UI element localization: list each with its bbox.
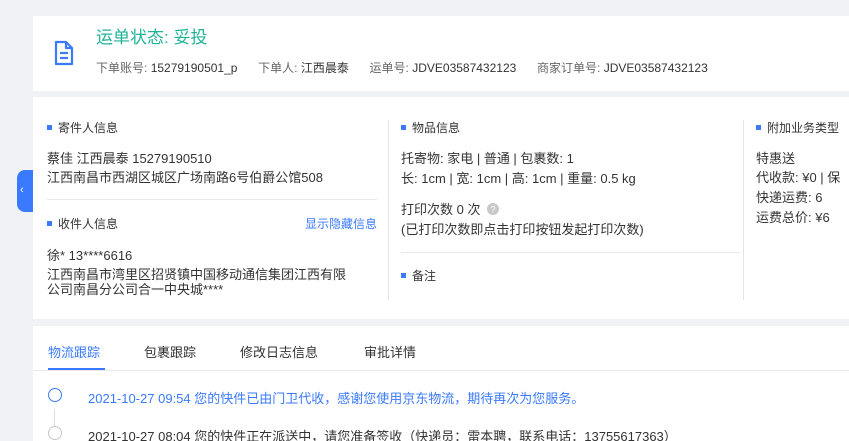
sender-heading: 寄件人信息	[47, 119, 118, 136]
svg-text:?: ?	[491, 205, 496, 215]
print-count-text: 打印次数 0 次	[401, 202, 481, 217]
sidebar-toggle[interactable]: ‹	[17, 170, 33, 212]
print-count-note: (已打印次数即点击打印按钮发起打印次数)	[401, 222, 644, 237]
divider	[401, 252, 739, 253]
account-value: 15279190501_p	[150, 61, 238, 75]
tab-logistics-tracking[interactable]: 物流跟踪	[48, 342, 100, 361]
timeline-event-current: 2021-10-27 09:54 您的快件已由门卫代收，感谢您使用京东物流，期待…	[88, 391, 585, 406]
chevron-left-icon: ‹	[20, 184, 24, 196]
waybill-status-title: 运单状态: 妥投	[96, 28, 208, 47]
goods-line1: 托寄物: 家电 | 普通 | 包裹数: 1	[401, 151, 574, 166]
document-icon	[54, 40, 74, 66]
receiver-name-line: 徐* 13****6616	[47, 248, 133, 263]
waybill-label: 运单号:	[369, 61, 409, 75]
timeline-dot	[48, 426, 62, 440]
extra-services-heading: 附加业务类型	[756, 119, 839, 136]
goods-line2: 长: 1cm | 宽: 1cm | 高: 1cm | 重量: 0.5 kg	[401, 171, 636, 186]
receiver-address-line2: 公司南昌分公司合一中央城****	[47, 282, 224, 297]
orderer-value: 江西晨泰	[300, 61, 349, 75]
column-divider	[743, 120, 744, 300]
tab-change-log[interactable]: 修改日志信息	[240, 342, 318, 361]
order-meta-row: 下单账号: 15279190501_p 下单人: 江西晨泰 运单号: JDVE0…	[96, 59, 708, 76]
orderer-label: 下单人:	[258, 61, 298, 75]
column-divider	[388, 120, 389, 300]
shipping-fee: 快递运费: 6	[756, 190, 823, 205]
tab-rule	[33, 370, 849, 371]
cod-amount: 代收款: ¥0 | 保	[756, 170, 841, 185]
timeline-dot-current	[48, 388, 62, 402]
show-hidden-info-link[interactable]: 显示隐藏信息	[305, 215, 377, 232]
print-count: 打印次数 0 次 ?	[401, 199, 500, 218]
tracking-card: 物流跟踪 包裹跟踪 修改日志信息 审批详情 2021-10-27 09:54 您…	[33, 326, 849, 441]
order-header-card: 运单状态: 妥投 下单账号: 15279190501_p 下单人: 江西晨泰 运…	[33, 16, 849, 91]
extra-service-type: 特惠送	[756, 151, 796, 166]
receiver-heading: 收件人信息	[47, 215, 118, 232]
account-label: 下单账号:	[96, 61, 148, 75]
sender-name-line: 蔡佳 江西晨泰 15279190510	[47, 151, 212, 166]
merchant-order-label: 商家订单号:	[537, 61, 601, 75]
sender-address: 江西南昌市西湖区城区广场南路6号伯爵公馆508	[47, 170, 323, 185]
goods-heading: 物品信息	[401, 119, 460, 136]
remark-heading: 备注	[401, 267, 436, 284]
timeline-connector	[54, 409, 55, 427]
question-circle-icon[interactable]: ?	[487, 203, 500, 215]
total-fee: 运费总价: ¥6	[756, 210, 830, 225]
merchant-order-value: JDVE03587432123	[603, 61, 708, 75]
divider	[47, 199, 377, 200]
tab-package-tracking[interactable]: 包裹跟踪	[144, 342, 196, 361]
tab-approval-details[interactable]: 审批详情	[364, 342, 416, 361]
active-tab-indicator	[48, 368, 105, 370]
timeline-event: 2021-10-27 08:04 您的快件正在派送中，请您准备签收（快递员：雷本…	[88, 429, 677, 441]
waybill-value: JDVE03587432123	[412, 61, 517, 75]
